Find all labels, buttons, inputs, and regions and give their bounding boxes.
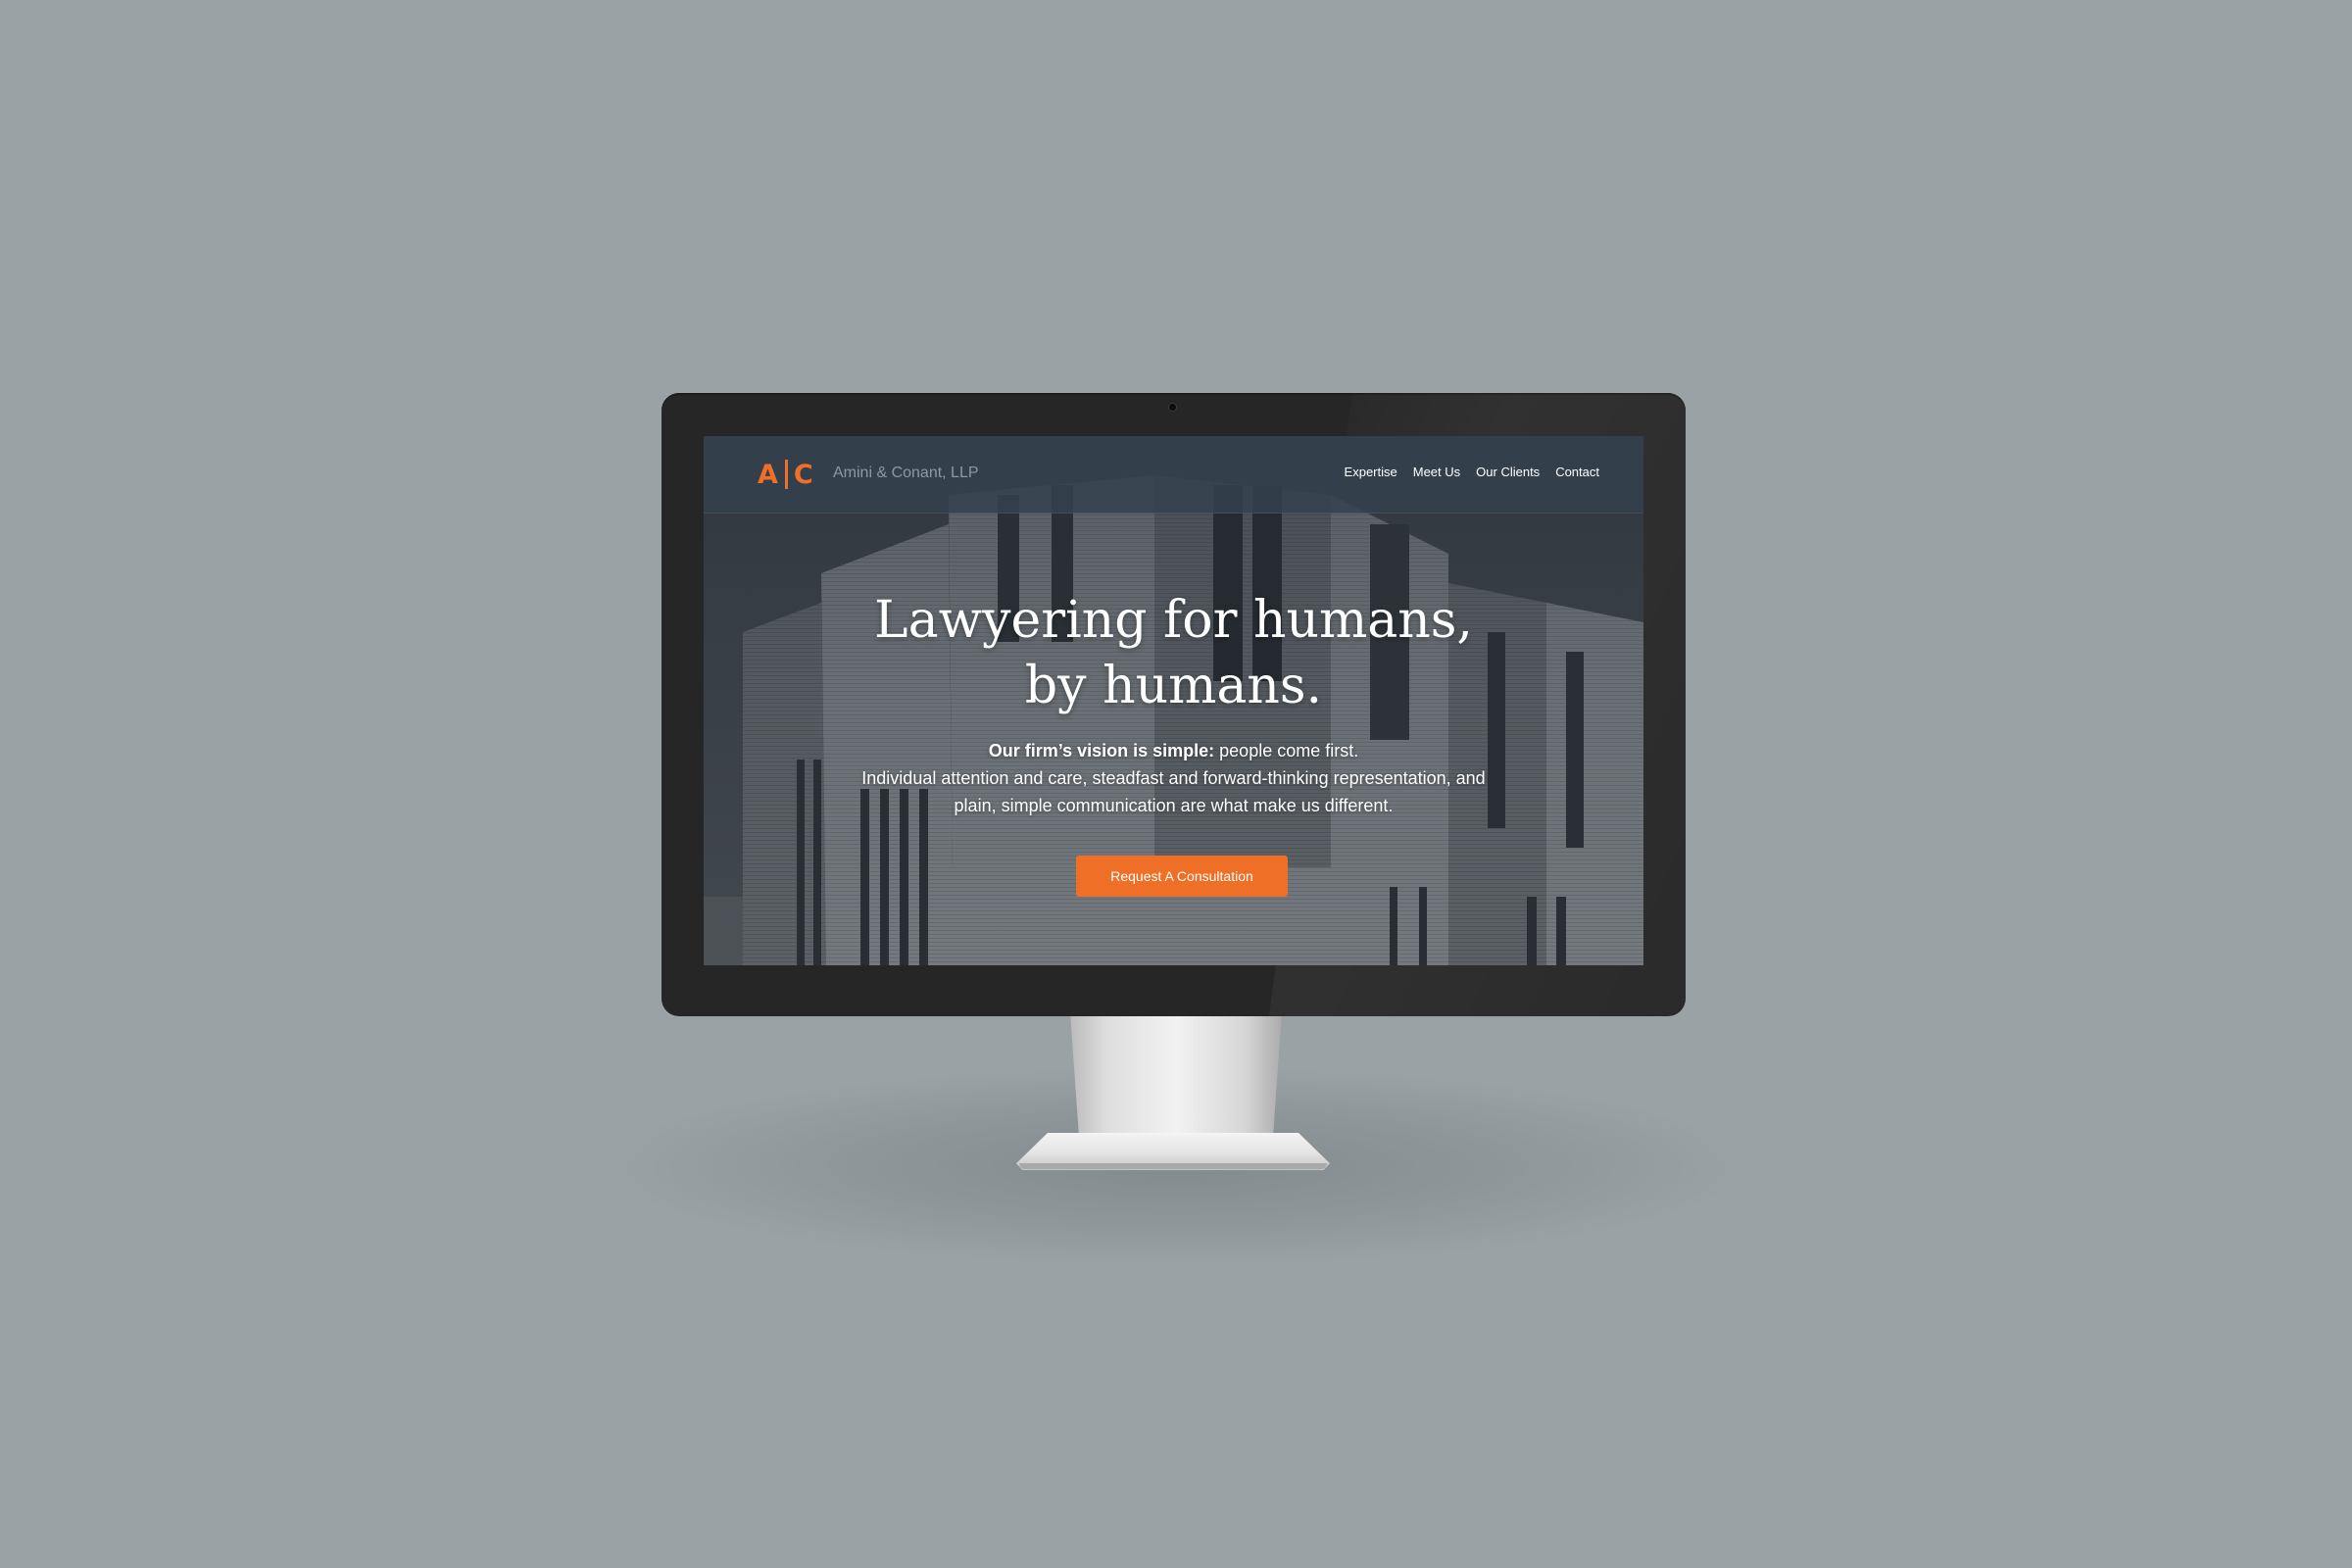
- webcam-icon: [1169, 404, 1176, 411]
- hero-body-line-2: plain, simple communication are what mak…: [954, 796, 1394, 815]
- hero-body-line-1: Individual attention and care, steadfast…: [861, 768, 1486, 788]
- nav-link-meet-us[interactable]: Meet Us: [1413, 465, 1460, 479]
- site-navbar: A C Amini & Conant, LLP Expertise Meet U…: [704, 436, 1643, 514]
- site-logo[interactable]: A C: [758, 459, 814, 490]
- hero-headline-line-1: Lawyering for humans,: [874, 591, 1473, 650]
- vision-lead: Our firm’s vision is simple:: [988, 741, 1215, 760]
- vision-rest: people come first.: [1214, 741, 1359, 760]
- firm-name: Amini & Conant, LLP: [833, 465, 979, 481]
- website-screen: A C Amini & Conant, LLP Expertise Meet U…: [704, 436, 1643, 965]
- logo-letter-a: A: [758, 459, 779, 490]
- logo-letter-c: C: [793, 459, 814, 490]
- nav-link-our-clients[interactable]: Our Clients: [1476, 465, 1540, 479]
- hero-headline: Lawyering for humans, by humans.: [704, 588, 1643, 719]
- monitor-stand-edge: [1019, 1163, 1327, 1169]
- hero-headline-line-2: by humans.: [1024, 657, 1323, 715]
- monitor: A C Amini & Conant, LLP Expertise Meet U…: [662, 393, 1686, 1016]
- logo-divider: [784, 460, 788, 489]
- hero-description: Our firm’s vision is simple: people come…: [704, 737, 1643, 819]
- nav-link-contact[interactable]: Contact: [1555, 465, 1599, 479]
- request-consultation-button[interactable]: Request A Consultation: [1076, 856, 1288, 897]
- nav-link-expertise[interactable]: Expertise: [1345, 465, 1397, 479]
- main-nav: Expertise Meet Us Our Clients Contact: [1345, 465, 1599, 479]
- monitor-stand-neck: [1070, 1014, 1282, 1137]
